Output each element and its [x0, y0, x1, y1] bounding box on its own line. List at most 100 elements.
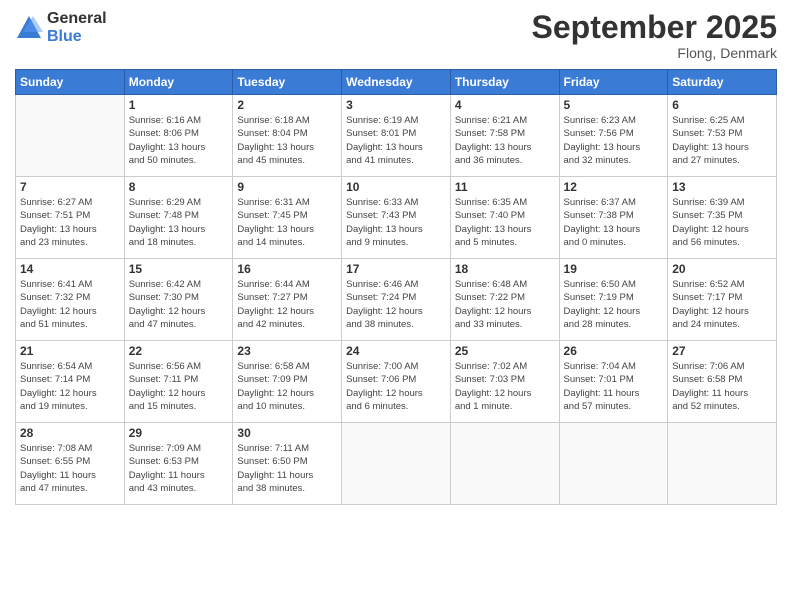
day-info: Sunrise: 7:00 AMSunset: 7:06 PMDaylight:… [346, 360, 446, 413]
day-info: Sunrise: 7:09 AMSunset: 6:53 PMDaylight:… [129, 442, 229, 495]
table-row: 20Sunrise: 6:52 AMSunset: 7:17 PMDayligh… [668, 259, 777, 341]
title-area: September 2025 Flong, Denmark [532, 10, 777, 61]
table-row [16, 95, 125, 177]
table-row: 16 Sunrise: 6:44 AMSunset: 7:27 PMDayligh… [233, 259, 342, 341]
day-info: Sunrise: 6:56 AMSunset: 7:11 PMDaylight:… [129, 360, 229, 413]
calendar-week-row: 1 Sunrise: 6:16 AMSunset: 8:06 PMDaylight… [16, 95, 777, 177]
table-row: 28Sunrise: 7:08 AMSunset: 6:55 PMDayligh… [16, 423, 125, 505]
table-row: 27 Sunrise: 7:06 AMSunset: 6:58 PMDayligh… [668, 341, 777, 423]
table-row: 29 Sunrise: 7:09 AMSunset: 6:53 PMDayligh… [124, 423, 233, 505]
day-number: 29 [129, 426, 229, 440]
table-row: 21Sunrise: 6:54 AMSunset: 7:14 PMDayligh… [16, 341, 125, 423]
table-row [559, 423, 668, 505]
logo-blue-text: Blue [47, 28, 107, 46]
table-row: 4Sunrise: 6:21 AMSunset: 7:58 PMDaylight… [450, 95, 559, 177]
table-row: 10Sunrise: 6:33 AMSunset: 7:43 PMDayligh… [342, 177, 451, 259]
day-info: Sunrise: 7:02 AMSunset: 7:03 PMDaylight:… [455, 360, 555, 413]
day-number: 24 [346, 344, 446, 358]
table-row: 5 Sunrise: 6:23 AMSunset: 7:56 PMDaylight… [559, 95, 668, 177]
day-number: 13 [672, 180, 772, 194]
table-row: 6 Sunrise: 6:25 AMSunset: 7:53 PMDaylight… [668, 95, 777, 177]
day-number: 1 [129, 98, 229, 112]
day-info: Sunrise: 7:04 AMSunset: 7:01 PMDaylight:… [564, 360, 664, 413]
day-info: Sunrise: 6:44 AMSunset: 7:27 PMDaylight:… [237, 278, 337, 331]
day-info: Sunrise: 6:54 AMSunset: 7:14 PMDaylight:… [20, 360, 120, 413]
table-row: 22 Sunrise: 6:56 AMSunset: 7:11 PMDayligh… [124, 341, 233, 423]
table-row: 2Sunrise: 6:18 AMSunset: 8:04 PMDaylight… [233, 95, 342, 177]
col-saturday: Saturday [668, 70, 777, 95]
day-number: 11 [455, 180, 555, 194]
calendar: Sunday Monday Tuesday Wednesday Thursday… [15, 69, 777, 505]
table-row [668, 423, 777, 505]
day-info: Sunrise: 6:50 AMSunset: 7:19 PMDaylight:… [564, 278, 664, 331]
col-monday: Monday [124, 70, 233, 95]
day-number: 19 [564, 262, 664, 276]
table-row: 24 Sunrise: 7:00 AMSunset: 7:06 PMDayligh… [342, 341, 451, 423]
calendar-week-row: 7Sunrise: 6:27 AMSunset: 7:51 PMDaylight… [16, 177, 777, 259]
table-row: 14 Sunrise: 6:41 AMSunset: 7:32 PMDayligh… [16, 259, 125, 341]
day-info: Sunrise: 6:16 AMSunset: 8:06 PMDaylight:… [129, 114, 229, 167]
day-number: 16 [237, 262, 337, 276]
header: General Blue September 2025 Flong, Denma… [15, 10, 777, 61]
logo-general-text: General [47, 10, 107, 28]
logo: General Blue [15, 10, 107, 45]
month-title: September 2025 [532, 10, 777, 45]
day-number: 10 [346, 180, 446, 194]
day-info: Sunrise: 6:46 AMSunset: 7:24 PMDaylight:… [346, 278, 446, 331]
table-row: 17 Sunrise: 6:46 AMSunset: 7:24 PMDayligh… [342, 259, 451, 341]
day-number: 5 [564, 98, 664, 112]
day-info: Sunrise: 7:06 AMSunset: 6:58 PMDaylight:… [672, 360, 772, 413]
day-number: 26 [564, 344, 664, 358]
day-info: Sunrise: 6:31 AMSunset: 7:45 PMDaylight:… [237, 196, 337, 249]
table-row: 15 Sunrise: 6:42 AMSunset: 7:30 PMDayligh… [124, 259, 233, 341]
table-row: 7Sunrise: 6:27 AMSunset: 7:51 PMDaylight… [16, 177, 125, 259]
table-row: 26 Sunrise: 7:04 AMSunset: 7:01 PMDayligh… [559, 341, 668, 423]
location: Flong, Denmark [532, 45, 777, 61]
day-number: 6 [672, 98, 772, 112]
day-info: Sunrise: 6:19 AMSunset: 8:01 PMDaylight:… [346, 114, 446, 167]
day-number: 14 [20, 262, 120, 276]
day-number: 22 [129, 344, 229, 358]
day-info: Sunrise: 6:18 AMSunset: 8:04 PMDaylight:… [237, 114, 337, 167]
table-row: 25Sunrise: 7:02 AMSunset: 7:03 PMDayligh… [450, 341, 559, 423]
table-row: 19 Sunrise: 6:50 AMSunset: 7:19 PMDayligh… [559, 259, 668, 341]
col-wednesday: Wednesday [342, 70, 451, 95]
day-number: 15 [129, 262, 229, 276]
day-info: Sunrise: 6:39 AMSunset: 7:35 PMDaylight:… [672, 196, 772, 249]
day-info: Sunrise: 6:21 AMSunset: 7:58 PMDaylight:… [455, 114, 555, 167]
day-number: 9 [237, 180, 337, 194]
day-info: Sunrise: 6:58 AMSunset: 7:09 PMDaylight:… [237, 360, 337, 413]
day-info: Sunrise: 6:25 AMSunset: 7:53 PMDaylight:… [672, 114, 772, 167]
logo-text: General Blue [47, 10, 107, 45]
day-number: 7 [20, 180, 120, 194]
day-number: 27 [672, 344, 772, 358]
logo-icon [15, 14, 43, 42]
calendar-header-row: Sunday Monday Tuesday Wednesday Thursday… [16, 70, 777, 95]
day-number: 18 [455, 262, 555, 276]
day-info: Sunrise: 6:35 AMSunset: 7:40 PMDaylight:… [455, 196, 555, 249]
day-number: 20 [672, 262, 772, 276]
day-number: 12 [564, 180, 664, 194]
calendar-week-row: 28Sunrise: 7:08 AMSunset: 6:55 PMDayligh… [16, 423, 777, 505]
day-info: Sunrise: 6:23 AMSunset: 7:56 PMDaylight:… [564, 114, 664, 167]
table-row: 23Sunrise: 6:58 AMSunset: 7:09 PMDayligh… [233, 341, 342, 423]
day-number: 28 [20, 426, 120, 440]
day-info: Sunrise: 6:37 AMSunset: 7:38 PMDaylight:… [564, 196, 664, 249]
day-number: 17 [346, 262, 446, 276]
table-row: 18 Sunrise: 6:48 AMSunset: 7:22 PMDayligh… [450, 259, 559, 341]
col-tuesday: Tuesday [233, 70, 342, 95]
table-row: 9 Sunrise: 6:31 AMSunset: 7:45 PMDaylight… [233, 177, 342, 259]
col-sunday: Sunday [16, 70, 125, 95]
table-row: 3Sunrise: 6:19 AMSunset: 8:01 PMDaylight… [342, 95, 451, 177]
day-number: 30 [237, 426, 337, 440]
day-info: Sunrise: 6:41 AMSunset: 7:32 PMDaylight:… [20, 278, 120, 331]
table-row: 30 Sunrise: 7:11 AMSunset: 6:50 PMDayligh… [233, 423, 342, 505]
table-row: 11 Sunrise: 6:35 AMSunset: 7:40 PMDayligh… [450, 177, 559, 259]
table-row: 12 Sunrise: 6:37 AMSunset: 7:38 PMDayligh… [559, 177, 668, 259]
day-info: Sunrise: 6:48 AMSunset: 7:22 PMDaylight:… [455, 278, 555, 331]
day-info: Sunrise: 7:11 AMSunset: 6:50 PMDaylight:… [237, 442, 337, 495]
table-row [342, 423, 451, 505]
table-row: 13 Sunrise: 6:39 AMSunset: 7:35 PMDayligh… [668, 177, 777, 259]
table-row: 8Sunrise: 6:29 AMSunset: 7:48 PMDaylight… [124, 177, 233, 259]
day-info: Sunrise: 6:42 AMSunset: 7:30 PMDaylight:… [129, 278, 229, 331]
